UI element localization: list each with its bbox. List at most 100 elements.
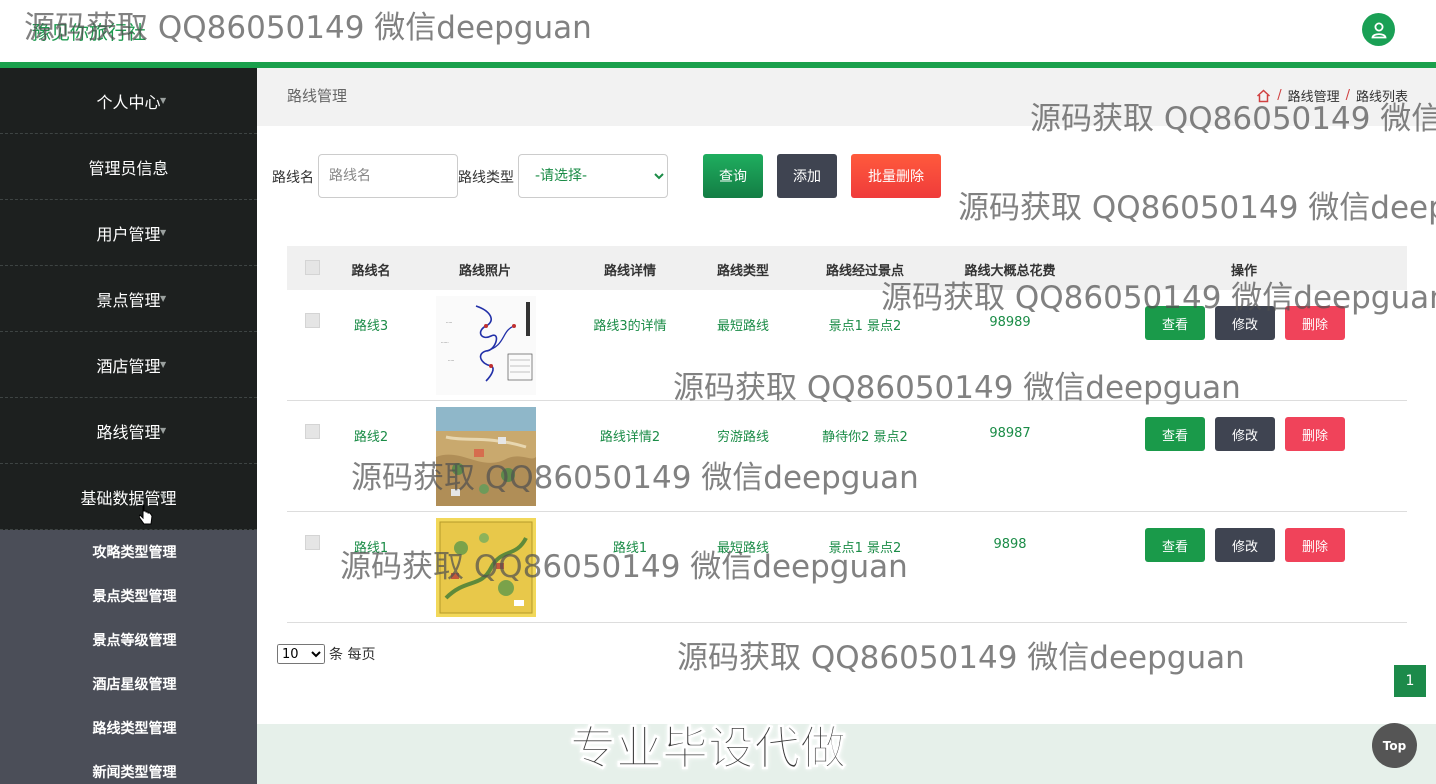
view-button[interactable]: 查看 [1145, 528, 1205, 562]
sidebar-subitem-route-type[interactable]: 路线类型管理 [0, 706, 257, 750]
select-all-checkbox[interactable] [305, 260, 320, 275]
page-title: 路线管理 [287, 87, 348, 105]
add-button[interactable]: 添加 [777, 154, 837, 198]
route-name-cell: 路线3 [353, 319, 389, 334]
sidebar-item-personal-center[interactable]: 个人中心 ▼ [0, 68, 257, 134]
table-row: 路线2 路线详情2 穷游路线 静待你2 景点2 98987 查看 修改 删除 [287, 401, 1407, 512]
route-detail-cell: 路线详情2 [599, 430, 661, 445]
home-icon[interactable] [1256, 88, 1271, 103]
sidebar-subitem-guide-type[interactable]: 攻略类型管理 [0, 530, 257, 574]
brand-title[interactable]: 豫见你旅行社 [32, 18, 146, 45]
page-size-select[interactable]: 10 [277, 644, 325, 664]
illustrated-map-image [436, 518, 536, 617]
column-header-actions: 操作 [1230, 264, 1258, 279]
page-number-button[interactable]: 1 [1394, 665, 1426, 697]
column-header-route-cost: 路线大概总花费 [964, 264, 1056, 279]
view-button[interactable]: 查看 [1145, 417, 1205, 451]
route-name-cell: 路线1 [353, 541, 389, 556]
sidebar: 个人中心 ▼ 管理员信息 ▼ 用户管理 ▼ 景点管理 ▼ 酒店管理 ▼ 路线管理 ▼ 基础数… [0, 68, 257, 784]
caret-down-icon: ▼ [160, 294, 167, 303]
sidebar-item-admin-info[interactable]: 管理员信息 ▼ [0, 134, 257, 200]
route-detail-cell: 路线1 [612, 541, 648, 556]
row-checkbox[interactable] [305, 424, 320, 439]
route-photo: ····· ······ ····· [436, 296, 536, 395]
page-header: 路线管理 / 路线管理 / 路线列表 [257, 68, 1436, 126]
sidebar-item-label: 景点管理 [96, 290, 161, 310]
table-row: 路线3 ····· ······ ····· 路线3的详情 最短路线 景点1 景… [287, 290, 1407, 401]
sidebar-subitem-hotel-star[interactable]: 酒店星级管理 [0, 662, 257, 706]
svg-text:·····: ····· [448, 358, 454, 363]
route-spots-cell: 景点1 景点2 [828, 319, 902, 334]
caret-down-icon: ▼ [160, 360, 167, 369]
route-type-select[interactable]: -请选择- [518, 154, 668, 198]
page-size-suffix: 条 每页 [329, 647, 376, 663]
route-name-label: 路线名 [272, 170, 314, 186]
route-photo [436, 518, 536, 617]
route-map-image: ····· ······ ····· [436, 296, 536, 395]
route-type-cell: 穷游路线 [716, 430, 770, 445]
route-name-input[interactable] [318, 154, 458, 198]
route-cost-cell: 98989 [989, 315, 1031, 330]
route-spots-cell: 静待你2 景点2 [822, 430, 908, 445]
route-type-label: 路线类型 [458, 170, 514, 186]
route-detail-cell: 路线3的详情 [593, 319, 667, 334]
mouse-cursor-icon [139, 504, 153, 525]
footer-band [257, 724, 1436, 784]
table-header: 路线名 路线照片 路线详情 路线类型 路线经过景点 路线大概总花费 操作 [287, 246, 1407, 290]
row-checkbox[interactable] [305, 313, 320, 328]
breadcrumb-separator: / [1277, 88, 1282, 103]
route-cost-cell: 98987 [989, 426, 1031, 441]
cartoon-map-image [436, 407, 536, 506]
svg-text:·····: ····· [446, 320, 452, 325]
column-header-route-detail: 路线详情 [603, 264, 657, 279]
page-size-control: 10 条 每页 [277, 644, 375, 664]
sidebar-item-route-management[interactable]: 路线管理 ▼ [0, 398, 257, 464]
route-type-cell: 最短路线 [716, 319, 770, 334]
delete-button[interactable]: 删除 [1285, 417, 1345, 451]
column-header-route-type: 路线类型 [716, 264, 770, 279]
delete-button[interactable]: 删除 [1285, 528, 1345, 562]
batch-delete-button[interactable]: 批量删除 [851, 154, 941, 198]
sidebar-item-spot-management[interactable]: 景点管理 ▼ [0, 266, 257, 332]
sidebar-item-label: 管理员信息 [88, 158, 169, 178]
route-type-cell: 最短路线 [716, 541, 770, 556]
sidebar-item-base-data-management[interactable]: 基础数据管理 ▼ [0, 464, 257, 530]
route-cost-cell: 9898 [993, 537, 1027, 552]
edit-button[interactable]: 修改 [1215, 528, 1275, 562]
row-checkbox[interactable] [305, 535, 320, 550]
sidebar-item-label: 用户管理 [96, 224, 161, 244]
edit-button[interactable]: 修改 [1215, 306, 1275, 340]
caret-down-icon: ▼ [160, 162, 167, 171]
column-header-route-name: 路线名 [351, 264, 391, 279]
caret-down-icon: ▼ [160, 492, 167, 501]
breadcrumb-item-route-list: 路线列表 [1355, 90, 1408, 105]
query-button[interactable]: 查询 [703, 154, 763, 198]
route-name-cell: 路线2 [353, 430, 389, 445]
back-to-top-button[interactable]: Top [1372, 723, 1417, 768]
breadcrumb: / 路线管理 / 路线列表 [1256, 86, 1408, 105]
caret-down-icon: ▼ [160, 228, 167, 237]
column-header-route-photo: 路线照片 [458, 264, 512, 279]
route-table: 路线名 路线照片 路线详情 路线类型 路线经过景点 路线大概总花费 操作 路线3 [287, 246, 1407, 623]
sidebar-item-hotel-management[interactable]: 酒店管理 ▼ [0, 332, 257, 398]
view-button[interactable]: 查看 [1145, 306, 1205, 340]
sidebar-item-user-management[interactable]: 用户管理 ▼ [0, 200, 257, 266]
route-spots-cell: 景点1 景点2 [828, 541, 902, 556]
sidebar-subitem-news-type[interactable]: 新闻类型管理 [0, 750, 257, 784]
column-header-route-spots: 路线经过景点 [825, 264, 905, 279]
svg-text:······: ······ [441, 340, 449, 345]
sidebar-subitem-spot-type[interactable]: 景点类型管理 [0, 574, 257, 618]
route-photo [436, 407, 536, 506]
user-icon [1370, 22, 1387, 38]
sidebar-item-label: 个人中心 [96, 92, 161, 112]
sidebar-subitem-spot-level[interactable]: 景点等级管理 [0, 618, 257, 662]
caret-down-icon: ▼ [160, 426, 167, 435]
top-header: 豫见你旅行社 [0, 0, 1436, 62]
main-content: 路线管理 / 路线管理 / 路线列表 路线名 路线类型 -请选择- 查询 添加 … [257, 68, 1436, 784]
delete-button[interactable]: 删除 [1285, 306, 1345, 340]
user-avatar[interactable] [1362, 13, 1395, 46]
sidebar-item-label: 酒店管理 [96, 356, 161, 376]
breadcrumb-item-route-management[interactable]: 路线管理 [1288, 86, 1340, 105]
edit-button[interactable]: 修改 [1215, 417, 1275, 451]
sidebar-item-label: 路线管理 [96, 422, 161, 442]
